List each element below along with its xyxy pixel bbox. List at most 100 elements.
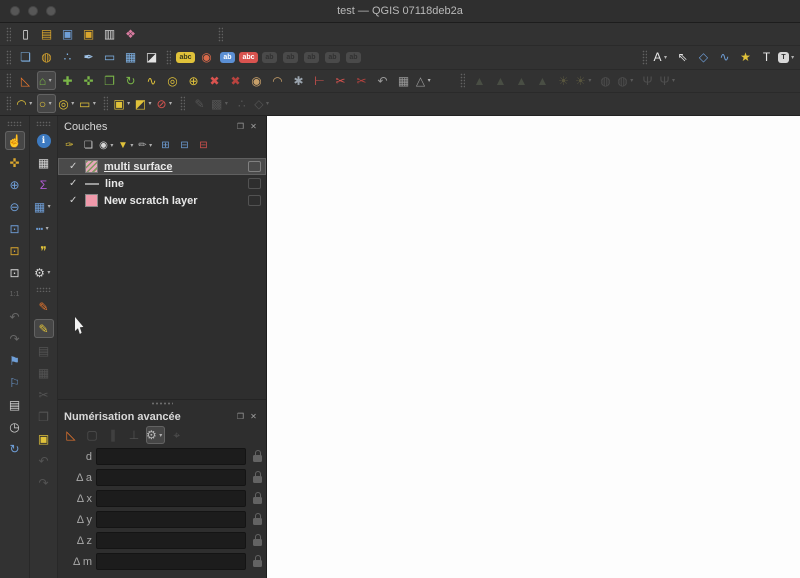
circular-string-dropdown[interactable]: ▾ — [27, 100, 35, 107]
statistical-summary-icon[interactable]: Σ — [34, 175, 54, 194]
layer-diagram-icon[interactable]: ◉ — [197, 48, 216, 67]
bookmark-manager-icon[interactable]: ▤ — [5, 395, 25, 414]
show-bookmarks-icon[interactable]: ⚐ — [5, 373, 25, 392]
layer-visibility-checkbox[interactable]: ✓ — [69, 178, 79, 189]
layer-labeling-icon[interactable]: abc — [176, 48, 195, 67]
select-by-value-icon[interactable]: ▦ ▾ — [34, 197, 54, 216]
add-group-icon[interactable]: ❏ — [80, 137, 97, 154]
split-features-icon[interactable]: ✂ — [331, 71, 350, 90]
new-project-icon[interactable]: ▯ — [16, 25, 35, 44]
vertex-tool-icon[interactable]: ✱ — [289, 71, 308, 90]
collapse-all-icon[interactable]: ⊟ — [176, 137, 193, 154]
layer-visibility-checkbox[interactable]: ✓ — [69, 195, 79, 206]
rotate-feature-icon[interactable]: ↻ — [121, 71, 140, 90]
split-parts-icon[interactable]: ✂ — [352, 71, 371, 90]
new-virtual-layer-icon[interactable]: ▦ — [121, 48, 140, 67]
remove-layer-icon[interactable]: ⊟ — [195, 137, 212, 154]
select-features-icon[interactable]: ▣ ▾ — [113, 94, 132, 113]
run-feature-action-icon[interactable]: ⚙ ▾ — [34, 263, 54, 282]
form-annotation-dropdown[interactable]: ▾ — [789, 54, 797, 61]
copy-move-feature-icon[interactable]: ❐ — [100, 71, 119, 90]
select-by-value-dropdown[interactable]: ▾ — [45, 203, 53, 210]
measure-icon[interactable]: ┅ ▾ — [34, 219, 54, 238]
digitizing-settings-icon[interactable]: ⚙ ▾ — [146, 426, 165, 444]
layer-row-multi-surface[interactable]: ✓ multi surface — [58, 158, 266, 175]
main-annotation-layer-icon[interactable]: A ▾ — [652, 48, 671, 67]
layout-grid-icon[interactable]: ▦ — [394, 71, 413, 90]
invert-selection-icon[interactable]: ◩ ▾ — [135, 94, 154, 113]
layer-row-new-scratch-layer[interactable]: ✓ New scratch layer — [58, 192, 266, 209]
simplify-feature-icon[interactable]: ∿ — [142, 71, 161, 90]
digitize-with-segment-icon[interactable]: ⌂ ▾ — [37, 71, 56, 91]
paste-features-icon[interactable]: ▣ — [34, 429, 54, 448]
add-ring-icon[interactable]: ◎ — [163, 71, 182, 90]
zoom-window-button[interactable] — [46, 6, 56, 16]
filter-by-expression-dropdown[interactable]: ▾ — [147, 142, 155, 149]
draw-rectangle-icon[interactable]: ▭ ▾ — [79, 94, 98, 113]
reverse-line-icon[interactable]: ↶ — [373, 71, 392, 90]
close-window-button[interactable] — [10, 6, 20, 16]
current-edits-icon[interactable]: ✎ — [34, 297, 54, 316]
select-features-dropdown[interactable]: ▾ — [125, 100, 133, 107]
zoom-full-icon[interactable]: ⊡ — [5, 219, 25, 238]
refresh-map-icon[interactable]: ↻ — [5, 439, 25, 458]
fill-ring-icon[interactable]: ◉ — [247, 71, 266, 90]
deselect-features-icon[interactable]: ⊘ ▾ — [156, 94, 175, 113]
identify-features-icon[interactable]: ℹ — [34, 131, 54, 150]
cad-tools-icon[interactable]: ◺ — [16, 71, 35, 90]
create-text-annotation-icon[interactable]: T — [757, 48, 776, 67]
invert-selection-dropdown[interactable]: ▾ — [146, 100, 154, 107]
create-line-annotation-icon[interactable]: ∿ — [715, 48, 734, 67]
delete-ring-icon[interactable]: ✖ — [205, 71, 224, 90]
save-project-icon[interactable]: ▣ — [58, 25, 77, 44]
add-part-icon[interactable]: ⊕ — [184, 71, 203, 90]
float-layers-panel-icon[interactable]: ❐ — [234, 122, 247, 131]
pan-map-icon[interactable]: ☝ — [4, 131, 25, 150]
data-source-manager-icon[interactable]: ❏ — [16, 48, 35, 67]
move-label-icon[interactable]: abc — [239, 48, 258, 67]
enable-advanced-digitizing-icon[interactable]: ◺ — [62, 426, 80, 444]
new-geopackage-layer-icon[interactable]: ◍ — [37, 48, 56, 67]
create-marker-annotation-icon[interactable]: ★ — [736, 48, 755, 67]
manage-map-themes-icon[interactable]: ◉ ▾ — [99, 137, 116, 154]
circular-string-icon[interactable]: ◠ ▾ — [16, 94, 35, 113]
zoom-to-selection-icon[interactable]: ⊡ — [5, 241, 25, 260]
layer-visibility-checkbox[interactable]: ✓ — [69, 161, 79, 172]
manage-map-themes-dropdown[interactable]: ▾ — [108, 142, 116, 149]
move-feature-icon[interactable]: ✜ — [79, 71, 98, 90]
close-layers-panel-icon[interactable]: ✕ — [247, 122, 260, 131]
snapping-options-dropdown[interactable]: ▾ — [425, 77, 433, 84]
main-annotation-layer-dropdown[interactable]: ▾ — [662, 54, 670, 61]
trim-extend-icon[interactable]: ⊢ — [310, 71, 329, 90]
draw-circle-dropdown[interactable]: ▾ — [46, 100, 54, 107]
save-project-as-icon[interactable]: ▣ — [79, 25, 98, 44]
deselect-features-dropdown[interactable]: ▾ — [167, 100, 175, 107]
form-annotation-icon[interactable]: T ▾ — [778, 48, 797, 67]
minimize-window-button[interactable] — [28, 6, 38, 16]
open-attribute-table-icon[interactable]: ▦ — [34, 153, 54, 172]
new-shapefile-layer-icon[interactable]: ✒ — [79, 48, 98, 67]
pin-labels-icon[interactable]: ab — [218, 48, 237, 67]
new-bookmark-icon[interactable]: ⚑ — [5, 351, 25, 370]
draw-ellipse-dropdown[interactable]: ▾ — [69, 100, 77, 107]
filter-by-expression-icon[interactable]: ✏ ▾ — [138, 137, 155, 154]
layout-manager-icon[interactable]: ▥ — [100, 25, 119, 44]
expand-all-icon[interactable]: ⊞ — [157, 137, 174, 154]
filter-legend-icon[interactable]: ▼ ▾ — [118, 137, 136, 154]
draw-circle-icon[interactable]: ○ ▾ — [37, 94, 56, 114]
measure-dropdown[interactable]: ▾ — [43, 225, 51, 232]
run-feature-action-dropdown[interactable]: ▾ — [45, 269, 53, 276]
new-mesh-layer-icon[interactable]: ◪ — [142, 48, 161, 67]
select-annotation-icon[interactable]: ⇖ — [673, 48, 692, 67]
create-polygon-annotation-icon[interactable]: ◇ — [694, 48, 713, 67]
new-scratch-layer-icon[interactable]: ▭ — [100, 48, 119, 67]
open-layer-styling-icon[interactable]: ✑ — [61, 137, 78, 154]
map-canvas[interactable] — [267, 116, 800, 578]
digitizing-settings-dropdown[interactable]: ▾ — [157, 432, 165, 439]
pan-to-selection-icon[interactable]: ✜ — [5, 153, 25, 172]
zoom-to-layer-icon[interactable]: ⊡ — [5, 263, 25, 282]
snapping-options-icon[interactable]: △ ▾ — [415, 71, 434, 90]
zoom-out-icon[interactable]: ⊖ — [5, 197, 25, 216]
map-tips-icon[interactable]: ❞ — [34, 241, 54, 260]
panel-splitter[interactable] — [58, 400, 266, 406]
